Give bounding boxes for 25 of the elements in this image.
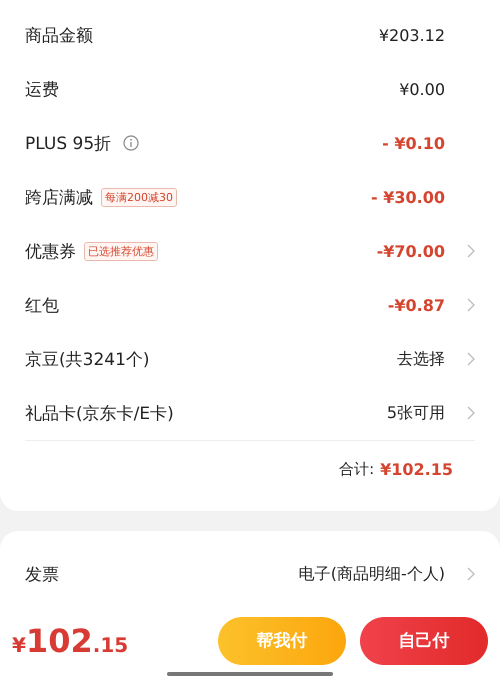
row-label: 跨店满减 [25, 186, 93, 208]
row-label: 礼品卡(京东卡/E卡) [25, 402, 174, 424]
row-value[interactable]: 电子(商品明细-个人) [298, 564, 445, 584]
row-label: 红包 [25, 294, 59, 316]
row-value: ¥203.12 [378, 26, 445, 44]
row-value[interactable]: 去选择 [397, 348, 445, 370]
row-label: 京豆(共3241个) [25, 348, 150, 370]
row-value: - ¥30.00 [371, 188, 445, 206]
pay-button[interactable]: 自己付 [360, 616, 488, 664]
row-label: 发票 [25, 564, 59, 586]
row-label: PLUS 95折 [25, 132, 112, 154]
total-value: ¥102.15 [380, 460, 453, 478]
info-icon[interactable] [123, 135, 140, 151]
row-value[interactable]: -¥70.00 [376, 242, 445, 260]
row-value: ¥0.00 [399, 80, 445, 98]
total-price: ¥102.15 [12, 622, 128, 660]
promo-tag: 每满200减30 [101, 188, 177, 206]
promo-tag: 已选推荐优惠 [84, 242, 158, 260]
row-label: 运费 [25, 78, 59, 100]
row-value[interactable]: -¥0.87 [388, 296, 445, 314]
row-label: 商品金额 [25, 24, 93, 46]
row-value[interactable]: 5张可用 [386, 402, 445, 424]
row-value: - ¥0.10 [382, 134, 445, 152]
total-label: 合计: [339, 460, 374, 478]
row-label: 优惠券 [25, 240, 76, 262]
